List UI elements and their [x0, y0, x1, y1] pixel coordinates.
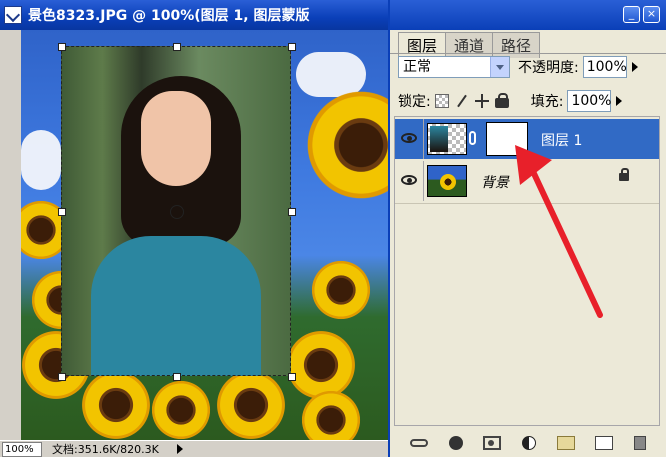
- lock-label: 锁定:: [398, 94, 431, 110]
- sunflower: [311, 260, 371, 320]
- transform-handle[interactable]: [58, 208, 66, 216]
- layers-list: 图层 1 背景: [394, 116, 660, 426]
- adjustment-layer-icon[interactable]: [521, 435, 536, 450]
- sunflower: [286, 330, 356, 400]
- link-layers-icon[interactable]: [410, 438, 429, 447]
- sunflower: [301, 390, 361, 440]
- sunflower: [151, 380, 211, 440]
- blend-mode-value: 正常: [403, 59, 431, 75]
- layer-thumbnail[interactable]: [427, 123, 467, 155]
- tab-divider: [390, 53, 666, 54]
- layer-row-background[interactable]: 背景: [395, 161, 659, 201]
- tab-paths[interactable]: 路径: [492, 32, 541, 58]
- zoom-field[interactable]: 100%: [2, 441, 42, 457]
- fill-slider-arrow-icon[interactable]: [611, 90, 627, 112]
- link-chain-icon[interactable]: [469, 131, 476, 145]
- eye-icon[interactable]: [401, 175, 417, 185]
- cloud: [21, 130, 61, 190]
- transform-handle[interactable]: [58, 373, 66, 381]
- new-layer-icon[interactable]: [595, 435, 614, 450]
- eye-icon[interactable]: [401, 133, 417, 143]
- image-canvas[interactable]: [21, 30, 388, 440]
- tab-layers[interactable]: 图层: [398, 32, 447, 58]
- panel-bottom-toolbar: [390, 428, 666, 457]
- trash-icon[interactable]: [633, 435, 646, 450]
- transform-handle[interactable]: [288, 208, 296, 216]
- doc-size: 文档:351.6K/820.3K: [52, 443, 159, 456]
- lock-pixels-icon[interactable]: [455, 94, 469, 108]
- transform-handle[interactable]: [173, 373, 181, 381]
- layers-panel: _ × 图层 通道 路径 正常 不透明度: 100% 锁定: 填充: 100%: [388, 0, 666, 457]
- sunflower: [81, 370, 151, 440]
- sunflower: [306, 90, 388, 200]
- close-icon[interactable]: ×: [643, 6, 660, 23]
- divider: [423, 119, 424, 159]
- minimize-icon[interactable]: _: [623, 6, 640, 23]
- transform-handle[interactable]: [288, 373, 296, 381]
- new-group-icon[interactable]: [556, 435, 575, 450]
- document-title: 景色8323.JPG @ 100%(图层 1, 图层蒙版: [28, 8, 310, 24]
- document-window: 景色8323.JPG @ 100%(图层 1, 图层蒙版 100% 文档:351…: [0, 0, 400, 457]
- document-title-bar[interactable]: 景色8323.JPG @ 100%(图层 1, 图层蒙版: [0, 0, 400, 30]
- transform-handle[interactable]: [288, 43, 296, 51]
- fill-label: 填充:: [530, 94, 564, 110]
- chevron-down-icon[interactable]: [490, 57, 509, 77]
- divider: [423, 161, 424, 201]
- blend-row: 正常 不透明度: 100%: [398, 56, 643, 78]
- layer-mask-thumbnail[interactable]: [486, 122, 528, 156]
- panel-title-bar[interactable]: _ ×: [390, 0, 666, 30]
- transform-handle[interactable]: [173, 43, 181, 51]
- layer-style-icon[interactable]: [448, 435, 463, 450]
- layer-name[interactable]: 图层 1: [541, 130, 582, 150]
- opacity-label: 不透明度:: [518, 60, 579, 76]
- layer-name[interactable]: 背景: [481, 172, 509, 192]
- add-mask-icon[interactable]: [483, 435, 502, 450]
- layer-row-layer1[interactable]: 图层 1: [395, 119, 659, 159]
- transform-handle[interactable]: [58, 43, 66, 51]
- layer-thumbnail[interactable]: [427, 165, 467, 197]
- lock-position-icon[interactable]: [474, 94, 489, 108]
- lock-transparency-icon[interactable]: [434, 94, 449, 108]
- tab-channels[interactable]: 通道: [445, 32, 494, 58]
- sunflower: [216, 370, 286, 440]
- blend-mode-select[interactable]: 正常: [398, 56, 510, 78]
- transform-center-icon[interactable]: [170, 205, 184, 219]
- opacity-slider-arrow-icon[interactable]: [627, 56, 643, 78]
- lock-row: 锁定: 填充: 100%: [398, 90, 627, 112]
- photoshop-document-icon: [4, 6, 22, 24]
- panel-tabs: 图层 通道 路径: [398, 32, 541, 58]
- layer-divider: [395, 203, 659, 204]
- status-bar: 100% 文档:351.6K/820.3K: [0, 440, 400, 457]
- lock-icon: [619, 168, 629, 181]
- lock-all-icon[interactable]: [494, 93, 509, 108]
- opacity-input[interactable]: 100%: [582, 56, 627, 78]
- status-menu-arrow-icon[interactable]: [176, 444, 183, 454]
- fill-input[interactable]: 100%: [567, 90, 611, 112]
